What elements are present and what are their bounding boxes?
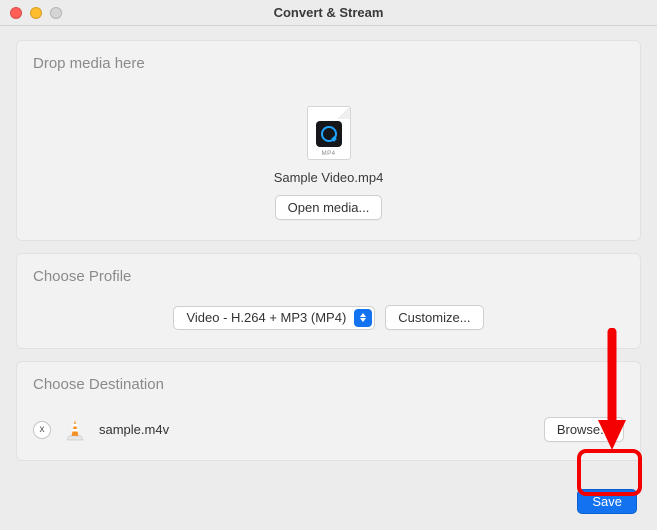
destination-heading: Choose Destination	[33, 376, 624, 393]
customize-button[interactable]: Customize...	[385, 305, 483, 330]
profile-select[interactable]: Video - H.264 + MP3 (MP4)	[173, 306, 375, 330]
vlc-cone-icon	[65, 419, 85, 441]
open-media-button[interactable]: Open media...	[275, 195, 383, 220]
save-button[interactable]: Save	[577, 489, 637, 514]
file-thumbnail[interactable]: MP4	[307, 106, 351, 160]
profile-row: Video - H.264 + MP3 (MP4) Customize...	[33, 295, 624, 330]
content: Drop media here MP4 Sample Video.mp4 Ope…	[0, 26, 657, 530]
zoom-window-icon	[50, 7, 62, 19]
quicktime-icon	[316, 121, 342, 147]
choose-profile-panel: Choose Profile Video - H.264 + MP3 (MP4)…	[16, 253, 641, 349]
drop-media-panel: Drop media here MP4 Sample Video.mp4 Ope…	[16, 40, 641, 241]
browse-button[interactable]: Browse...	[544, 417, 624, 442]
destination-row: x sample.m4v Browse...	[33, 403, 624, 442]
clear-destination-button[interactable]: x	[33, 421, 51, 439]
close-icon: x	[40, 425, 45, 435]
choose-destination-panel: Choose Destination x sample.m4v Browse..…	[16, 361, 641, 461]
profile-heading: Choose Profile	[33, 268, 624, 285]
destination-filename: sample.m4v	[99, 422, 169, 437]
window-title: Convert & Stream	[0, 5, 657, 20]
minimize-window-icon[interactable]	[30, 7, 42, 19]
chevron-up-down-icon	[354, 309, 372, 327]
thumb-type-label: MP4	[322, 151, 336, 157]
titlebar: Convert & Stream	[0, 0, 657, 26]
profile-selected-label: Video - H.264 + MP3 (MP4)	[186, 310, 354, 325]
footer-row: Save	[16, 473, 641, 514]
drop-area[interactable]: MP4 Sample Video.mp4 Open media...	[33, 82, 624, 220]
close-window-icon[interactable]	[10, 7, 22, 19]
traffic-lights	[10, 7, 62, 19]
dropped-file-name: Sample Video.mp4	[274, 170, 384, 185]
drop-heading: Drop media here	[33, 55, 624, 72]
